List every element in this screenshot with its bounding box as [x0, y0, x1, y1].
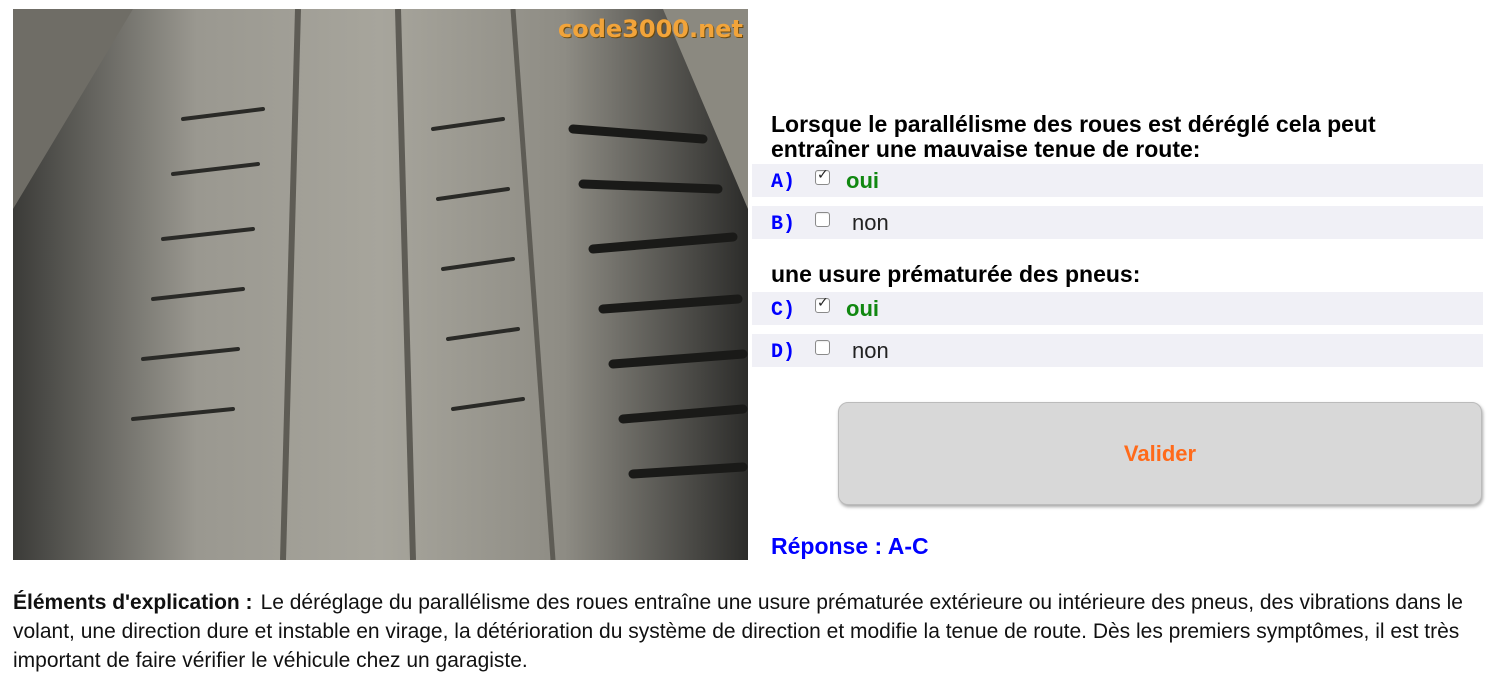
explanation-block: Éléments d'explication : Le déréglage du …	[13, 588, 1483, 675]
answer-row-d[interactable]: D) non	[752, 334, 1483, 367]
answer-d-checkbox[interactable]	[815, 340, 830, 355]
tire-photo: code3000.net	[13, 9, 748, 560]
answer-label: oui	[846, 168, 879, 193]
answer-a-checkbox[interactable]	[815, 167, 830, 185]
answer-letter: C)	[771, 299, 796, 322]
question-2-text: une usure prématurée des pneus:	[771, 261, 1141, 287]
answer-row-b[interactable]: B) non	[752, 206, 1483, 239]
explanation-title: Éléments d'explication :	[13, 591, 253, 614]
response-text: Réponse : A-C	[771, 533, 929, 559]
answer-label: oui	[846, 296, 879, 321]
question-1-text: Lorsque le parallélisme des roues est dé…	[771, 111, 1376, 162]
answer-row-a[interactable]: A) oui	[752, 164, 1483, 197]
answer-letter: D)	[771, 341, 796, 364]
validate-button[interactable]: Valider	[838, 402, 1482, 505]
answer-label: non	[852, 210, 889, 235]
answer-label: non	[852, 338, 889, 363]
watermark-logo: code3000.net	[558, 15, 743, 43]
answer-row-c[interactable]: C) oui	[752, 292, 1483, 325]
answer-b-checkbox[interactable]	[815, 212, 830, 227]
answer-c-checkbox[interactable]	[815, 295, 830, 313]
answer-letter: B)	[771, 213, 796, 236]
tire-illustration	[13, 9, 748, 560]
answer-letter: A)	[771, 171, 796, 194]
